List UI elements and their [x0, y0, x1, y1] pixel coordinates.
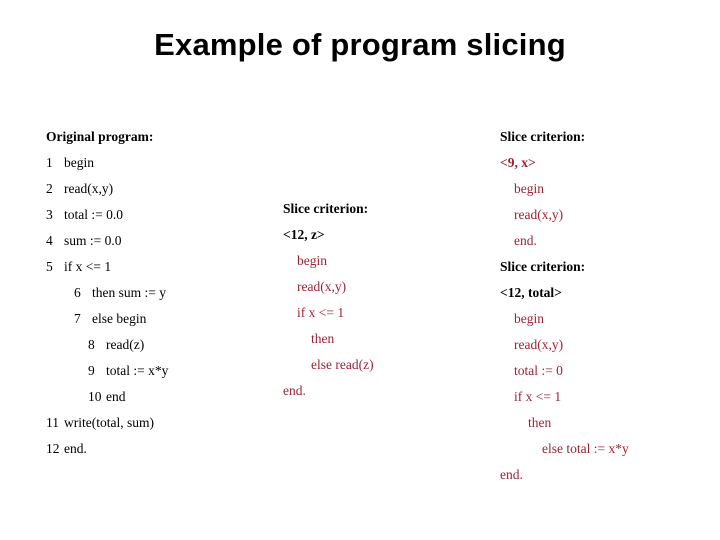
program-line: 4 sum := 0.0 — [46, 228, 276, 254]
slice-line: else read(z) — [311, 357, 374, 372]
slice-line: end. — [514, 233, 537, 248]
original-program-column: Original program: 1 begin 2 read(x,y) 3 total… — [46, 124, 276, 462]
program-line: 8 read(z) — [46, 332, 276, 358]
slice-line: else total := x*y — [542, 441, 629, 456]
program-line: 12 end. — [46, 436, 276, 462]
line-number: 8 — [88, 337, 95, 352]
slice-middle-lines: begin read(x,y) if x <= 1 then else read(z) e… — [283, 248, 473, 404]
line-text: end — [106, 389, 126, 404]
program-line: 9 total := x*y — [46, 358, 276, 384]
line-text: total := x*y — [106, 363, 169, 378]
line-number: 5 — [46, 259, 53, 274]
slice-line: begin — [514, 181, 544, 196]
slice-middle-criterion: <12, z> — [283, 227, 325, 242]
program-line: 5 if x <= 1 — [46, 254, 276, 280]
slice-bottom-right-lines: begin read(x,y) total := 0 if x <= 1 then els… — [500, 306, 700, 488]
line-number: 7 — [74, 311, 81, 326]
slice-line: if x <= 1 — [514, 389, 562, 404]
slide-canvas: Example of program slicing Original prog… — [0, 0, 720, 540]
line-text: sum := 0.0 — [64, 233, 122, 248]
program-line: 11 write(total, sum) — [46, 410, 276, 436]
line-number: 11 — [46, 415, 59, 430]
slice-bottom-right-criterion: <12, total> — [500, 285, 562, 300]
original-program-heading: Original program: — [46, 129, 154, 144]
line-number: 1 — [46, 155, 53, 170]
slice-line: then — [528, 415, 552, 430]
slice-line: begin — [514, 311, 544, 326]
program-line: 2 read(x,y) — [46, 176, 276, 202]
line-text: else begin — [92, 311, 147, 326]
slice-bottom-right-heading: Slice criterion: — [500, 259, 586, 274]
slice-line: read(x,y) — [514, 337, 564, 352]
line-text: end. — [64, 441, 87, 456]
original-program-lines: 1 begin 2 read(x,y) 3 total := 0.0 4 sum := 0.0… — [46, 150, 276, 462]
slice-middle-column: Slice criterion: <12, z> begin read(x,y) i… — [283, 196, 473, 404]
line-text: read(z) — [106, 337, 145, 352]
slice-right-column: Slice criterion: <9, x> begin read(x,y) en… — [500, 124, 700, 488]
line-number: 6 — [74, 285, 81, 300]
slice-line: read(x,y) — [514, 207, 564, 222]
line-text: read(x,y) — [64, 181, 114, 196]
program-line: 7 else begin — [46, 306, 276, 332]
slice-line: end. — [283, 383, 306, 398]
line-number: 4 — [46, 233, 53, 248]
line-text: if x <= 1 — [64, 259, 112, 274]
page-title: Example of program slicing — [154, 27, 566, 62]
line-text: write(total, sum) — [64, 415, 154, 430]
slice-top-right-lines: begin read(x,y) end. — [500, 176, 700, 254]
slice-line: read(x,y) — [297, 279, 347, 294]
slice-top-right-heading: Slice criterion: — [500, 129, 586, 144]
line-text: then sum := y — [92, 285, 166, 300]
slice-line: if x <= 1 — [297, 305, 345, 320]
line-number: 12 — [46, 441, 60, 456]
line-number: 2 — [46, 181, 53, 196]
line-number: 3 — [46, 207, 53, 222]
line-number: 9 — [88, 363, 95, 378]
program-line: 1 begin — [46, 150, 276, 176]
line-text: begin — [64, 155, 94, 170]
slice-line: then — [311, 331, 335, 346]
slice-line: end. — [500, 467, 523, 482]
slice-line: begin — [297, 253, 327, 268]
line-number: 10 — [88, 389, 102, 404]
program-line: 6 then sum := y — [46, 280, 276, 306]
program-line: 3 total := 0.0 — [46, 202, 276, 228]
slice-line: total := 0 — [514, 363, 563, 378]
slice-middle-heading: Slice criterion: — [283, 201, 369, 216]
line-text: total := 0.0 — [64, 207, 123, 222]
program-line: 10 end — [46, 384, 276, 410]
slice-top-right-criterion: <9, x> — [500, 155, 536, 170]
